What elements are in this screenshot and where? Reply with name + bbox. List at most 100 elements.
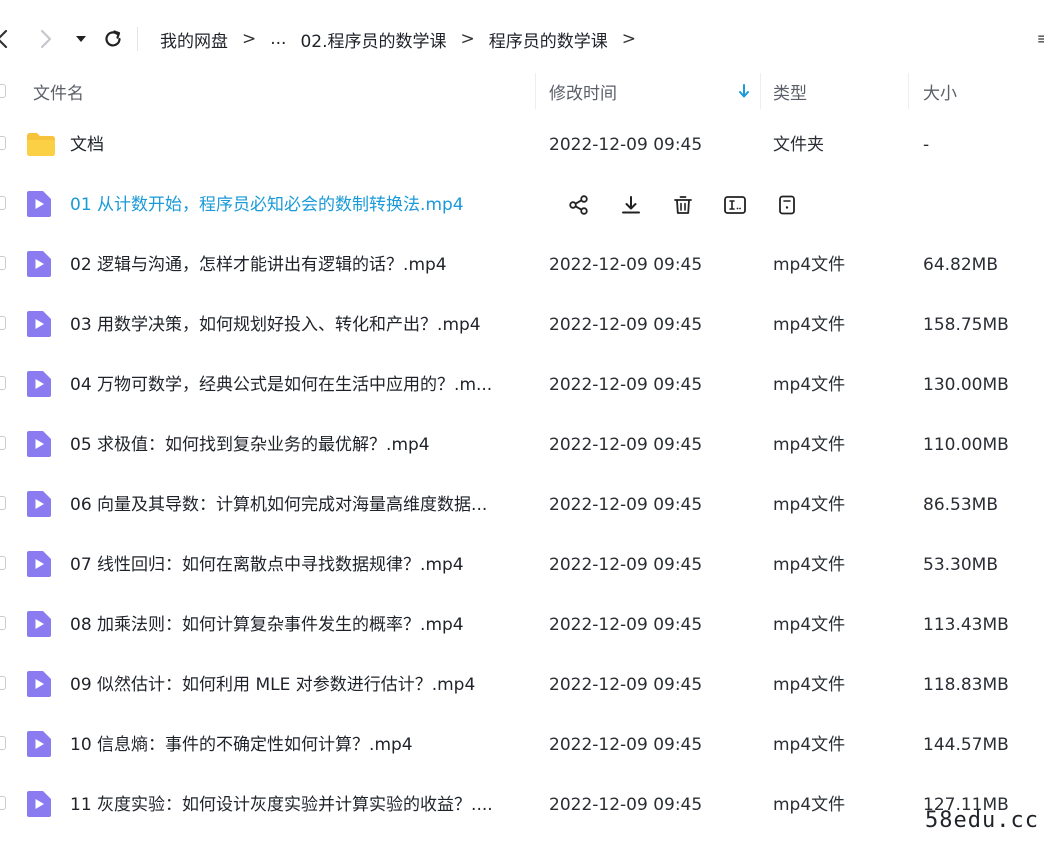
nav-divider: [137, 27, 138, 51]
file-type: mp4文件: [773, 435, 846, 455]
row-checkbox[interactable]: [0, 436, 6, 450]
file-name[interactable]: 07 线性回归：如何在离散点中寻找数据规律？.mp4: [70, 535, 522, 595]
file-size: 113.43MB: [923, 615, 1009, 635]
video-file-icon: [26, 670, 52, 698]
file-modified-time: 2022-12-09 09:45: [549, 315, 703, 335]
file-name[interactable]: 10 信息熵：事件的不确定性如何计算？.mp4: [70, 715, 522, 775]
video-row[interactable]: 06 向量及其导数：计算机如何完成对海量高维度数据... 2022-12-09 …: [0, 475, 1044, 535]
file-name[interactable]: 06 向量及其导数：计算机如何完成对海量高维度数据...: [70, 475, 522, 535]
row-checkbox[interactable]: [0, 196, 6, 210]
share-icon[interactable]: [566, 192, 592, 218]
file-modified-time: 2022-12-09 09:45: [549, 615, 703, 635]
file-size: 118.83MB: [923, 675, 1009, 695]
download-icon[interactable]: [618, 192, 644, 218]
file-modified-time: 2022-12-09 09:45: [549, 735, 703, 755]
video-file-icon: [26, 610, 52, 638]
folder-row[interactable]: 文档 2022-12-09 09:45 文件夹 -: [0, 115, 1044, 175]
row-checkbox[interactable]: [0, 736, 6, 750]
video-file-icon: [26, 310, 52, 338]
file-type: mp4文件: [773, 795, 846, 815]
breadcrumb-item-ellipsis[interactable]: ...: [270, 29, 286, 49]
column-header-type[interactable]: 类型: [773, 65, 807, 117]
breadcrumb-separator: >: [242, 29, 257, 49]
row-checkbox[interactable]: [0, 556, 6, 570]
folder-icon: [26, 130, 55, 158]
video-row-hovered[interactable]: 01 从计数开始，程序员必知必会的数制转换法.mp4: [0, 175, 1044, 235]
file-size: 130.00MB: [923, 375, 1009, 395]
row-checkbox[interactable]: [0, 616, 6, 630]
file-type: mp4文件: [773, 255, 846, 275]
file-modified-time: 2022-12-09 09:45: [549, 135, 703, 155]
column-divider[interactable]: [760, 73, 761, 109]
file-name[interactable]: 11 灰度实验：如何设计灰度实验并计算实验的收益？....: [70, 775, 522, 835]
forward-icon[interactable]: [38, 28, 54, 50]
row-checkbox[interactable]: [0, 676, 6, 690]
file-size: 86.53MB: [923, 495, 998, 515]
file-modified-time: 2022-12-09 09:45: [549, 495, 703, 515]
video-row[interactable]: 10 信息熵：事件的不确定性如何计算？.mp4 2022-12-09 09:45…: [0, 715, 1044, 775]
file-list-header: 文件名 修改时间 类型 大小: [0, 65, 1044, 117]
more-icon[interactable]: [774, 192, 800, 218]
video-file-icon: [26, 730, 52, 758]
file-size: 64.82MB: [923, 255, 998, 275]
file-type: mp4文件: [773, 495, 846, 515]
file-size: 110.00MB: [923, 435, 1009, 455]
column-header-name[interactable]: 文件名: [33, 65, 84, 117]
file-name[interactable]: 01 从计数开始，程序员必知必会的数制转换法.mp4: [70, 175, 522, 235]
breadcrumb-item-current[interactable]: 程序员的数学课: [489, 27, 608, 52]
video-row[interactable]: 05 求极值：如何找到复杂业务的最优解？.mp4 2022-12-09 09:4…: [0, 415, 1044, 475]
select-all-checkbox[interactable]: [0, 84, 6, 98]
file-name[interactable]: 08 加乘法则：如何计算复杂事件发生的概率？.mp4: [70, 595, 522, 655]
file-name[interactable]: 03 用数学决策，如何规划好投入、转化和产出？.mp4: [70, 295, 522, 355]
file-modified-time: 2022-12-09 09:45: [549, 435, 703, 455]
sort-descending-icon[interactable]: [738, 83, 752, 99]
video-file-icon: [26, 790, 52, 818]
breadcrumb-separator: >: [460, 29, 475, 49]
row-checkbox[interactable]: [0, 256, 6, 270]
video-row[interactable]: 02 逻辑与沟通，怎样才能讲出有逻辑的话？.mp4 2022-12-09 09:…: [0, 235, 1044, 295]
row-checkbox[interactable]: [0, 796, 6, 810]
video-row[interactable]: 11 灰度实验：如何设计灰度实验并计算实验的收益？.... 2022-12-09…: [0, 775, 1044, 835]
file-name[interactable]: 05 求极值：如何找到复杂业务的最优解？.mp4: [70, 415, 522, 475]
file-name[interactable]: 04 万物可数学，经典公式是如何在生活中应用的？.m...: [70, 355, 522, 415]
video-row[interactable]: 09 似然估计：如何利用 MLE 对参数进行估计？.mp4 2022-12-09…: [0, 655, 1044, 715]
file-type: mp4文件: [773, 675, 846, 695]
column-divider[interactable]: [535, 73, 536, 109]
row-checkbox[interactable]: [0, 136, 6, 150]
column-divider[interactable]: [908, 73, 909, 109]
video-row[interactable]: 03 用数学决策，如何规划好投入、转化和产出？.mp4 2022-12-09 0…: [0, 295, 1044, 355]
column-header-modified[interactable]: 修改时间: [549, 65, 617, 117]
list-view-icon[interactable]: [1036, 30, 1044, 48]
file-modified-time: 2022-12-09 09:45: [549, 375, 703, 395]
video-row[interactable]: 07 线性回归：如何在离散点中寻找数据规律？.mp4 2022-12-09 09…: [0, 535, 1044, 595]
file-name[interactable]: 02 逻辑与沟通，怎样才能讲出有逻辑的话？.mp4: [70, 235, 522, 295]
file-type: 文件夹: [773, 135, 824, 155]
video-file-icon: [26, 190, 52, 218]
breadcrumb: 我的网盘 > ... 02.程序员的数学课 > 程序员的数学课 >: [160, 24, 650, 54]
row-checkbox[interactable]: [0, 376, 6, 390]
row-checkbox[interactable]: [0, 496, 6, 510]
video-row[interactable]: 04 万物可数学，经典公式是如何在生活中应用的？.m... 2022-12-09…: [0, 355, 1044, 415]
file-size: 158.75MB: [923, 315, 1009, 335]
refresh-icon[interactable]: [101, 27, 125, 51]
file-type: mp4文件: [773, 555, 846, 575]
file-type: mp4文件: [773, 735, 846, 755]
file-size: 53.30MB: [923, 555, 998, 575]
breadcrumb-item-root[interactable]: 我的网盘: [160, 27, 228, 52]
delete-icon[interactable]: [670, 192, 696, 218]
breadcrumb-item-parent[interactable]: 02.程序员的数学课: [300, 27, 446, 52]
rename-icon[interactable]: [722, 192, 748, 218]
file-type: mp4文件: [773, 315, 846, 335]
back-icon[interactable]: [0, 28, 10, 50]
file-name[interactable]: 09 似然估计：如何利用 MLE 对参数进行估计？.mp4: [70, 655, 522, 715]
file-name[interactable]: 文档: [70, 115, 522, 175]
row-checkbox[interactable]: [0, 316, 6, 330]
column-header-size[interactable]: 大小: [923, 65, 957, 117]
file-size: 144.57MB: [923, 735, 1009, 755]
video-file-icon: [26, 370, 52, 398]
history-dropdown-icon[interactable]: [74, 32, 88, 46]
video-row[interactable]: 08 加乘法则：如何计算复杂事件发生的概率？.mp4 2022-12-09 09…: [0, 595, 1044, 655]
file-type: mp4文件: [773, 375, 846, 395]
file-size: -: [923, 135, 930, 155]
video-file-icon: [26, 430, 52, 458]
